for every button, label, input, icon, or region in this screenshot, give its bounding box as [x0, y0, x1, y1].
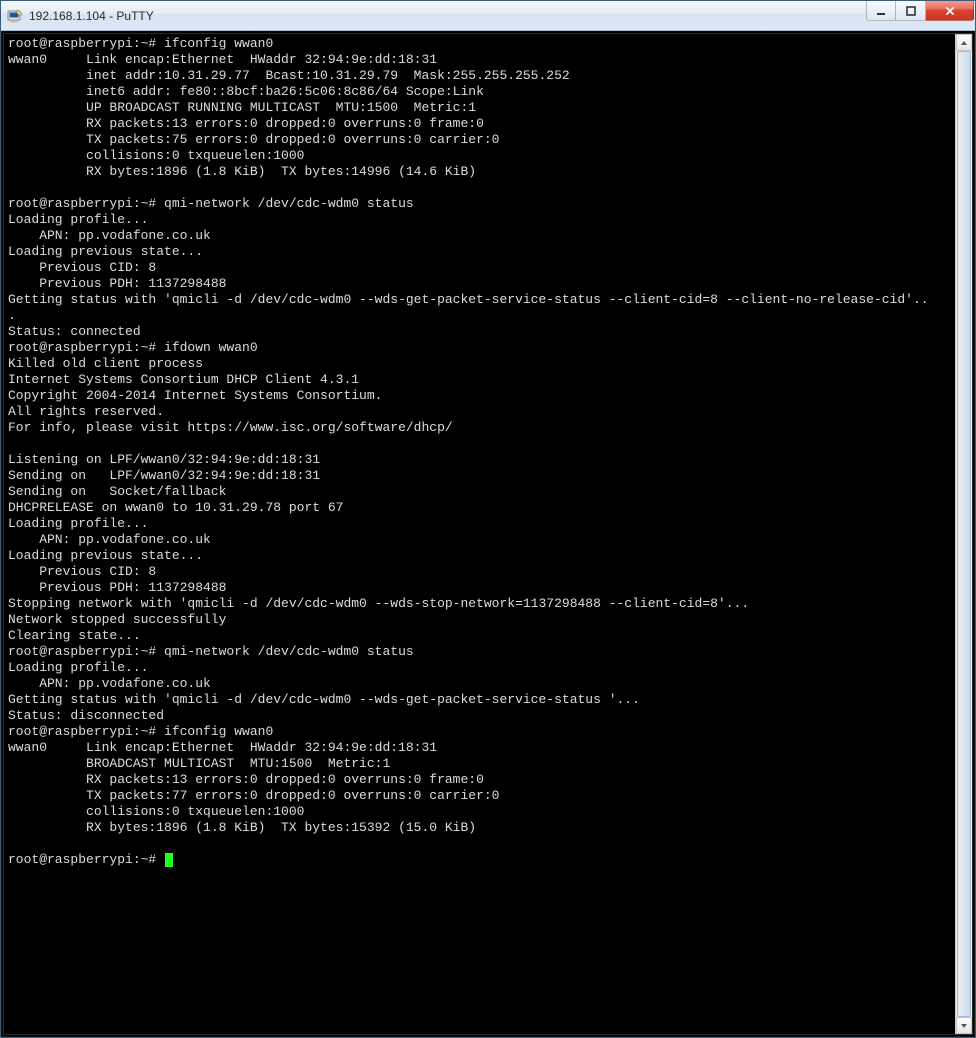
terminal-line: Loading profile...	[8, 516, 951, 532]
terminal-prompt-line: root@raspberrypi:~#	[8, 852, 951, 868]
terminal-line: root@raspberrypi:~# qmi-network /dev/cdc…	[8, 196, 951, 212]
window-title: 192.168.1.104 - PuTTY	[29, 9, 975, 23]
terminal-line: root@raspberrypi:~# ifconfig wwan0	[8, 36, 951, 52]
terminal-line: All rights reserved.	[8, 404, 951, 420]
terminal-line: Internet Systems Consortium DHCP Client …	[8, 372, 951, 388]
terminal-line: Killed old client process	[8, 356, 951, 372]
scroll-thumb[interactable]	[957, 51, 971, 1017]
terminal-line: RX bytes:1896 (1.8 KiB) TX bytes:14996 (…	[8, 164, 951, 180]
scroll-track[interactable]	[956, 51, 972, 1017]
scroll-down-button[interactable]	[956, 1017, 972, 1034]
terminal-line: Sending on Socket/fallback	[8, 484, 951, 500]
terminal-line: RX packets:13 errors:0 dropped:0 overrun…	[8, 772, 951, 788]
terminal-line: Status: connected	[8, 324, 951, 340]
terminal-line	[8, 836, 951, 852]
close-button[interactable]	[926, 1, 974, 21]
terminal-line: root@raspberrypi:~# qmi-network /dev/cdc…	[8, 644, 951, 660]
terminal-line: Copyright 2004-2014 Internet Systems Con…	[8, 388, 951, 404]
terminal-line: TX packets:77 errors:0 dropped:0 overrun…	[8, 788, 951, 804]
terminal-line: Getting status with 'qmicli -d /dev/cdc-…	[8, 692, 951, 708]
terminal-line: Getting status with 'qmicli -d /dev/cdc-…	[8, 292, 951, 308]
putty-icon	[7, 8, 23, 24]
terminal-line: APN: pp.vodafone.co.uk	[8, 532, 951, 548]
window-controls	[866, 1, 974, 22]
scrollbar[interactable]	[955, 34, 972, 1034]
terminal-line: Previous PDH: 1137298488	[8, 276, 951, 292]
terminal-line: inet6 addr: fe80::8bcf:ba26:5c06:8c86/64…	[8, 84, 951, 100]
terminal-line: UP BROADCAST RUNNING MULTICAST MTU:1500 …	[8, 100, 951, 116]
terminal-line: Previous PDH: 1137298488	[8, 580, 951, 596]
terminal-line: Clearing state...	[8, 628, 951, 644]
terminal-line: Status: disconnected	[8, 708, 951, 724]
terminal-line: For info, please visit https://www.isc.o…	[8, 420, 951, 436]
prompt: root@raspberrypi:~#	[8, 852, 164, 867]
terminal-line: TX packets:75 errors:0 dropped:0 overrun…	[8, 132, 951, 148]
terminal-line: DHCPRELEASE on wwan0 to 10.31.29.78 port…	[8, 500, 951, 516]
terminal-line: collisions:0 txqueuelen:1000	[8, 804, 951, 820]
terminal-line	[8, 436, 951, 452]
terminal-line: Previous CID: 8	[8, 564, 951, 580]
maximize-button[interactable]	[896, 1, 926, 21]
terminal-line: RX packets:13 errors:0 dropped:0 overrun…	[8, 116, 951, 132]
putty-window: 192.168.1.104 - PuTTY root@raspberrypi:~…	[0, 0, 976, 1038]
terminal[interactable]: root@raspberrypi:~# ifconfig wwan0wwan0 …	[4, 34, 955, 1034]
terminal-line: Loading previous state...	[8, 244, 951, 260]
terminal-line: wwan0 Link encap:Ethernet HWaddr 32:94:9…	[8, 740, 951, 756]
titlebar[interactable]: 192.168.1.104 - PuTTY	[1, 1, 975, 31]
terminal-line: RX bytes:1896 (1.8 KiB) TX bytes:15392 (…	[8, 820, 951, 836]
terminal-line: APN: pp.vodafone.co.uk	[8, 228, 951, 244]
terminal-line: root@raspberrypi:~# ifdown wwan0	[8, 340, 951, 356]
terminal-line: Stopping network with 'qmicli -d /dev/cd…	[8, 596, 951, 612]
scroll-up-button[interactable]	[956, 34, 972, 51]
terminal-line: collisions:0 txqueuelen:1000	[8, 148, 951, 164]
terminal-line: root@raspberrypi:~# ifconfig wwan0	[8, 724, 951, 740]
terminal-line: Listening on LPF/wwan0/32:94:9e:dd:18:31	[8, 452, 951, 468]
terminal-line: Previous CID: 8	[8, 260, 951, 276]
cursor	[165, 853, 173, 867]
terminal-line: Network stopped successfully	[8, 612, 951, 628]
terminal-line: Loading profile...	[8, 660, 951, 676]
terminal-line	[8, 180, 951, 196]
terminal-line: inet addr:10.31.29.77 Bcast:10.31.29.79 …	[8, 68, 951, 84]
minimize-button[interactable]	[866, 1, 896, 21]
terminal-line: .	[8, 308, 951, 324]
terminal-line: APN: pp.vodafone.co.uk	[8, 676, 951, 692]
terminal-line: Sending on LPF/wwan0/32:94:9e:dd:18:31	[8, 468, 951, 484]
terminal-line: BROADCAST MULTICAST MTU:1500 Metric:1	[8, 756, 951, 772]
terminal-line: wwan0 Link encap:Ethernet HWaddr 32:94:9…	[8, 52, 951, 68]
terminal-line: Loading previous state...	[8, 548, 951, 564]
terminal-line: Loading profile...	[8, 212, 951, 228]
terminal-container: root@raspberrypi:~# ifconfig wwan0wwan0 …	[3, 33, 973, 1035]
